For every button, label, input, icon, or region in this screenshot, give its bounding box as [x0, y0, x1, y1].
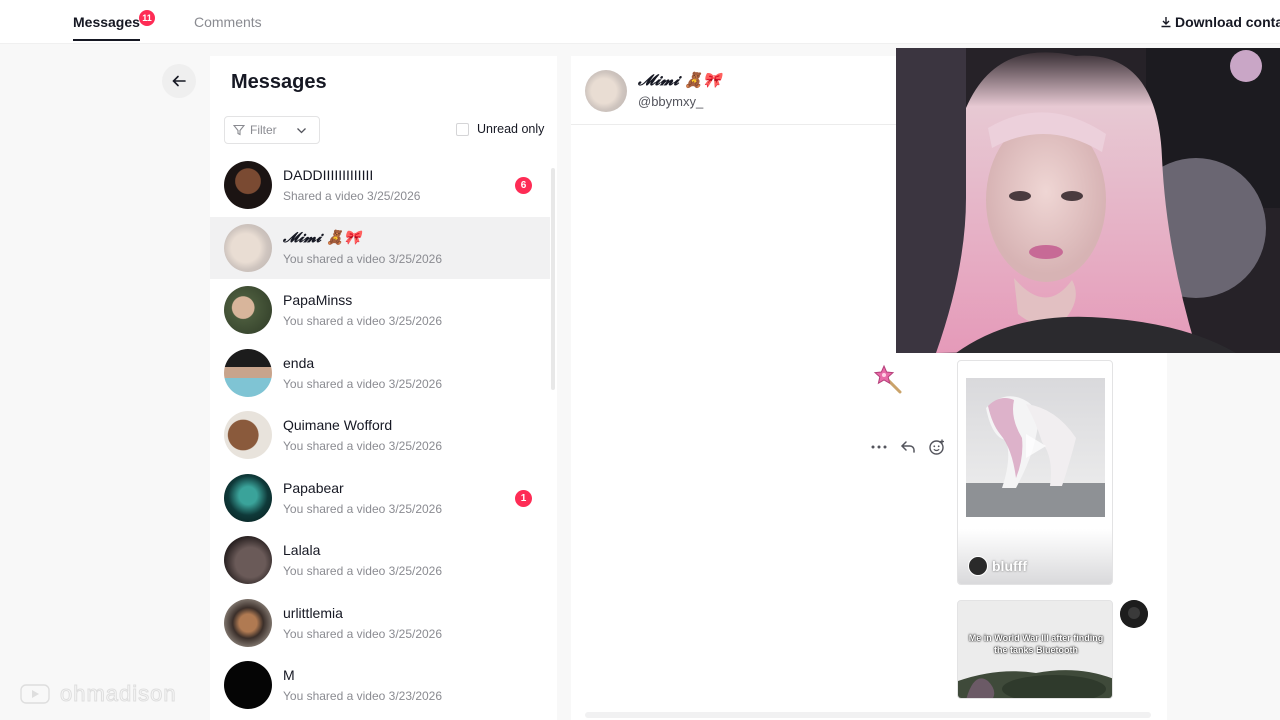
- play-button-icon: [20, 684, 50, 704]
- tab-messages-label: Messages: [73, 14, 140, 30]
- conversation-panel: Messages Filter Unread only DADDIIIIIIII…: [210, 56, 557, 720]
- webcam-overlay: [896, 48, 1280, 353]
- shared-video-card-2[interactable]: Me in World War III after finding the ta…: [957, 600, 1113, 699]
- avatar: [224, 161, 272, 209]
- tab-comments-label: Comments: [194, 14, 262, 30]
- conversation-preview: You shared a video 3/25/2026: [283, 501, 443, 516]
- inbox-title: Messages: [231, 71, 327, 93]
- conversation-row[interactable]: Lalala You shared a video 3/25/2026: [210, 529, 550, 592]
- conversation-list: DADDIIIIIIIIIIIII Shared a video 3/25/20…: [210, 154, 550, 717]
- avatar: [224, 473, 272, 522]
- conversation-row[interactable]: PapaMinss You shared a video 3/25/2026: [210, 279, 550, 342]
- chat-avatar[interactable]: [585, 70, 627, 112]
- conversation-preview: You shared a video 3/25/2026: [283, 439, 443, 453]
- chat-contact-handle: @bbymxy_: [638, 94, 704, 109]
- conversation-name: Quimane Wofford: [283, 417, 393, 433]
- emoji-react-icon[interactable]: [928, 437, 946, 457]
- message-input-bar[interactable]: [585, 712, 1151, 718]
- conversation-row[interactable]: M You shared a video 3/23/2026: [210, 654, 550, 717]
- conversation-scrollbar[interactable]: [551, 168, 555, 390]
- back-button[interactable]: [162, 64, 196, 98]
- active-tab-indicator: [73, 39, 140, 41]
- chevron-down-icon: [296, 127, 306, 133]
- conversation-name: DADDIIIIIIIIIIIII: [283, 167, 374, 183]
- conversation-row[interactable]: Quimane Wofford You shared a video 3/25/…: [210, 404, 550, 467]
- magic-wand-icon: [872, 364, 904, 401]
- video-author: blufff: [968, 556, 1027, 576]
- unread-only-toggle[interactable]: Unread only: [456, 122, 544, 136]
- conversation-name: M: [283, 667, 295, 683]
- conversation-row[interactable]: DADDIIIIIIIIIIIII Shared a video 3/25/20…: [210, 154, 550, 217]
- conversation-preview: You shared a video 3/25/2026: [283, 314, 443, 328]
- author-avatar: [968, 556, 988, 576]
- reply-icon[interactable]: [899, 437, 917, 457]
- conversation-preview: You shared a video 3/25/2026: [283, 626, 443, 641]
- tab-messages[interactable]: Messages 11: [73, 10, 155, 41]
- arrow-left-icon: [172, 75, 186, 87]
- unread-only-checkbox[interactable]: [456, 122, 469, 136]
- avatar: [224, 536, 272, 584]
- conversation-preview: You shared a video 3/25/2026: [283, 376, 443, 391]
- chat-contact-name[interactable]: 𝓜𝓲𝓶𝓲 🧸🎀: [638, 71, 721, 89]
- download-button[interactable]: Download conta: [1160, 14, 1280, 30]
- avatar: [224, 598, 272, 647]
- conversation-name: enda: [283, 354, 315, 371]
- conversation-preview: Shared a video 3/25/2026: [283, 189, 421, 203]
- conversation-row[interactable]: Papabear You shared a video 3/25/2026 1: [210, 467, 550, 530]
- tab-comments[interactable]: Comments: [194, 14, 262, 30]
- download-label: Download conta: [1175, 14, 1280, 30]
- conversation-name: PapaMinss: [283, 292, 353, 308]
- video-thumbnail: [966, 378, 1105, 517]
- unread-only-label: Unread only: [477, 122, 545, 136]
- filter-dropdown[interactable]: Filter: [224, 116, 320, 144]
- message-actions: [870, 437, 946, 457]
- filter-label: Filter: [250, 123, 277, 137]
- channel-watermark: ohmadison: [20, 681, 177, 707]
- download-icon: [1161, 17, 1171, 28]
- avatar: [224, 348, 272, 397]
- conversation-name: urlittlemia: [283, 604, 343, 621]
- conversation-name: Papabear: [283, 479, 344, 496]
- watermark-text: ohmadison: [60, 681, 177, 707]
- avatar: [224, 223, 272, 272]
- messages-unread-badge: 11: [139, 10, 155, 26]
- unread-count-badge: 6: [515, 177, 532, 194]
- more-icon[interactable]: [870, 437, 888, 457]
- conversation-preview: You shared a video 3/25/2026: [283, 251, 443, 266]
- conversation-name: 𝓜𝓲𝓶𝓲 🧸🎀: [283, 229, 361, 246]
- top-nav: Messages 11 Comments Download conta: [0, 0, 1280, 44]
- filter-icon: [233, 124, 245, 136]
- sender-avatar: [1120, 600, 1148, 628]
- conversation-preview: You shared a video 3/25/2026: [283, 564, 443, 578]
- unread-count-badge: 1: [515, 489, 532, 507]
- avatar: [224, 286, 272, 334]
- shared-video-card[interactable]: blufff: [957, 360, 1113, 585]
- conversation-preview: You shared a video 3/23/2026: [283, 689, 443, 703]
- avatar: [224, 411, 272, 459]
- conversation-row[interactable]: enda You shared a video 3/25/2026: [210, 342, 550, 405]
- avatar: [224, 661, 272, 709]
- conversation-row-selected[interactable]: 𝓜𝓲𝓶𝓲 🧸🎀 You shared a video 3/25/2026: [210, 216, 550, 279]
- conversation-row[interactable]: urlittlemia You shared a video 3/25/2026: [210, 592, 550, 655]
- conversation-name: Lalala: [283, 542, 321, 558]
- video-author-username: blufff: [992, 558, 1027, 574]
- video-caption: Me in World War III after finding the ta…: [968, 633, 1104, 655]
